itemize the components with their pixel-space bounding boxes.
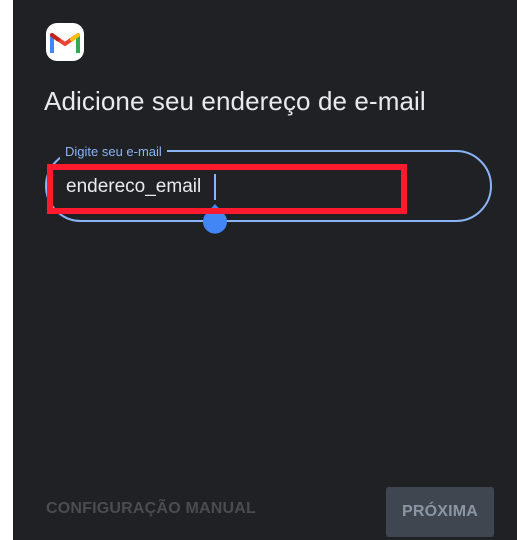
email-input[interactable] <box>66 172 446 202</box>
add-email-screen: Adicione seu endereço de e-mail Digite s… <box>13 0 517 540</box>
page-title: Adicione seu endereço de e-mail <box>44 86 426 116</box>
cursor-handle-icon[interactable] <box>202 204 228 234</box>
email-field-label: Digite seu e-mail <box>60 145 167 159</box>
next-button[interactable]: PRÓXIMA <box>386 487 494 537</box>
manual-setup-button[interactable]: CONFIGURAÇÃO MANUAL <box>46 500 256 518</box>
gmail-icon <box>46 23 84 61</box>
text-cursor <box>214 174 216 200</box>
